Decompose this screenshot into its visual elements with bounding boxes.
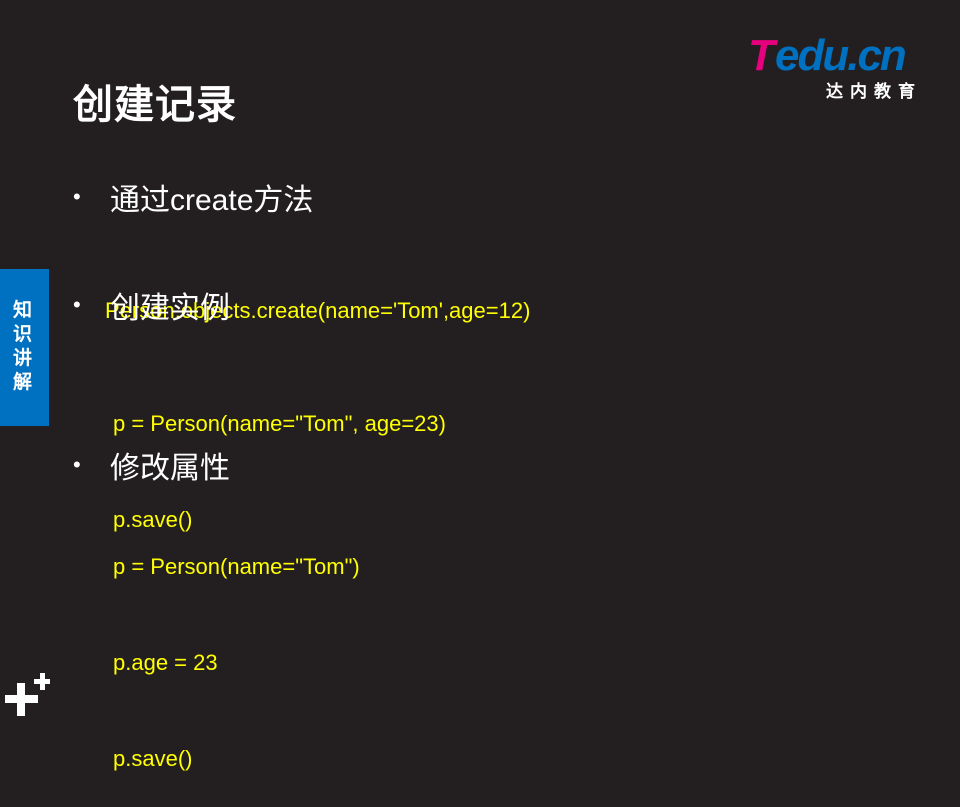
bullet-dot-icon: • (73, 292, 81, 317)
bullet-label: 创建实例 (110, 292, 230, 325)
side-tab-knowledge: 知识讲解 (0, 269, 49, 426)
bullet-item-modify: • 修改属性 (73, 443, 230, 487)
side-tab-label: 知识讲解 (13, 300, 33, 393)
bullet-item-create: • 通过create方法 (73, 175, 313, 219)
slide-title: 创建记录 (73, 83, 237, 127)
bullet-item-instance: • 创建实例 (73, 283, 230, 327)
code-line: p.age = 23 (113, 650, 218, 675)
tedu-logo-mark: T edu.cn (748, 31, 908, 78)
bullet-dot-icon: • (73, 184, 81, 209)
svg-text:edu.cn: edu.cn (775, 31, 906, 78)
logo-subtitle: 达内教育 (826, 82, 922, 101)
svg-text:T: T (748, 31, 778, 78)
bullet-label: 修改属性 (110, 452, 230, 485)
bullet-label: 通过create方法 (110, 184, 314, 217)
code-line: p = Person(name="Tom", age=23) (113, 411, 446, 436)
plus-plus-icon (5, 673, 50, 716)
bullet-dot-icon: • (73, 452, 81, 477)
code-line: p.save() (113, 746, 193, 771)
tedu-logo: T edu.cn 达内教育 (748, 30, 928, 101)
code-block-modify: p = Person(name="Tom") p.age = 23 p.save… (113, 487, 360, 807)
code-line: p = Person(name="Tom") (113, 554, 360, 579)
